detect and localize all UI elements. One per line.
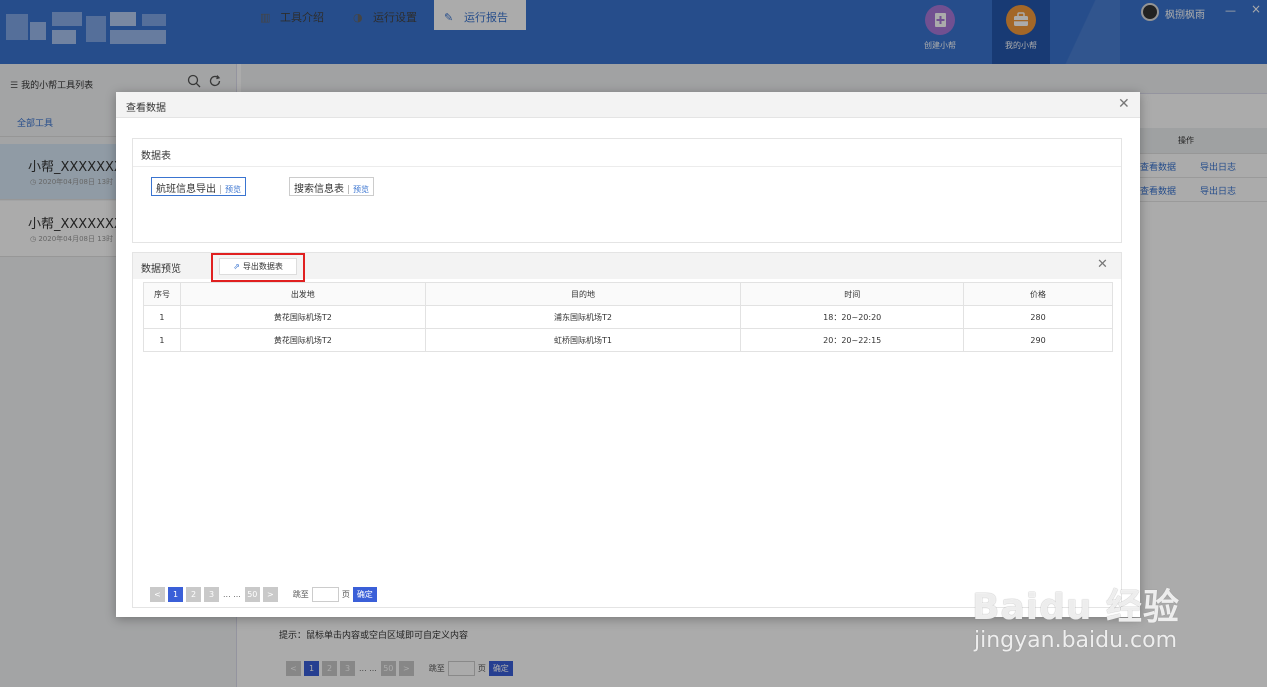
table-cell: 浦东国际机场T2: [424, 305, 742, 329]
column-header: 价格: [963, 282, 1113, 306]
jump-confirm-button[interactable]: 确定: [352, 587, 377, 602]
dataset-preview-link[interactable]: 预览: [220, 185, 241, 194]
table-cell: 18：20~20:20: [740, 305, 965, 329]
page-button[interactable]: 1: [168, 587, 183, 602]
table-header-row: 序号 出发地 目的地 时间 价格: [143, 282, 1113, 306]
datasets-panel: 数据表 航班信息导出 预览 搜索信息表 预览: [132, 138, 1122, 243]
column-header: 出发地: [179, 282, 426, 306]
table-row: 1 黄花国际机场T2 虹桥国际机场T1 20：20~22:15 290: [143, 328, 1113, 352]
divider: [133, 166, 1121, 167]
view-data-dialog: 查看数据 ✕ 数据表 航班信息导出 预览 搜索信息表 预览 数据预览 ⇗ 导出数据表 …: [116, 92, 1140, 617]
watermark: Baidu 经验 jingyan.baidu.com: [972, 550, 1262, 670]
preview-pagination: < 1 2 3 ... ... 50 > 跳至 页 确定: [150, 587, 377, 602]
prev-page-button[interactable]: <: [150, 587, 165, 602]
dataset-chip-search-info[interactable]: 搜索信息表 预览: [289, 177, 374, 196]
watermark-brand: Baidu 经验: [972, 587, 1181, 628]
dataset-preview-link[interactable]: 预览: [348, 185, 369, 194]
next-page-button[interactable]: >: [262, 587, 278, 602]
table-cell: 黄花国际机场T2: [179, 328, 426, 352]
dataset-label: 搜索信息表: [294, 184, 344, 195]
close-icon[interactable]: ✕: [1118, 96, 1130, 112]
watermark-url: jingyan.baidu.com: [974, 628, 1178, 653]
page-unit-label: 页: [341, 590, 350, 599]
page-ellipsis: ... ...: [223, 590, 241, 599]
datasets-title: 数据表: [141, 151, 171, 162]
page-button[interactable]: 3: [204, 587, 219, 602]
export-table-button[interactable]: ⇗ 导出数据表: [219, 258, 297, 275]
column-header: 序号: [143, 282, 181, 306]
dataset-chip-flight-export[interactable]: 航班信息导出 预览: [151, 177, 246, 196]
table-cell: 1: [143, 305, 181, 329]
jump-label: 跳至: [292, 590, 309, 599]
jump-page-input[interactable]: [311, 587, 339, 602]
preview-table: 序号 出发地 目的地 时间 价格 1 黄花国际机场T2 浦东国际机场T2 18：…: [143, 282, 1113, 352]
table-row: 1 黄花国际机场T2 浦东国际机场T2 18：20~20:20 280: [143, 305, 1113, 329]
page-button[interactable]: 2: [186, 587, 201, 602]
preview-title: 数据预览: [141, 264, 181, 275]
close-icon[interactable]: ✕: [1097, 257, 1108, 272]
table-cell: 20：20~22:15: [740, 328, 965, 352]
table-cell: 1: [143, 328, 181, 352]
table-cell: 虹桥国际机场T1: [424, 328, 742, 352]
export-table-label: 导出数据表: [242, 262, 283, 271]
column-header: 时间: [740, 282, 965, 306]
column-header: 目的地: [424, 282, 742, 306]
dialog-title: 查看数据: [126, 103, 166, 114]
table-cell: 290: [963, 328, 1113, 352]
dialog-header: [116, 92, 1140, 118]
export-icon: ⇗: [233, 262, 240, 271]
page-button[interactable]: 50: [244, 587, 260, 602]
dataset-label: 航班信息导出: [156, 184, 216, 195]
table-cell: 280: [963, 305, 1113, 329]
table-cell: 黄花国际机场T2: [179, 305, 426, 329]
